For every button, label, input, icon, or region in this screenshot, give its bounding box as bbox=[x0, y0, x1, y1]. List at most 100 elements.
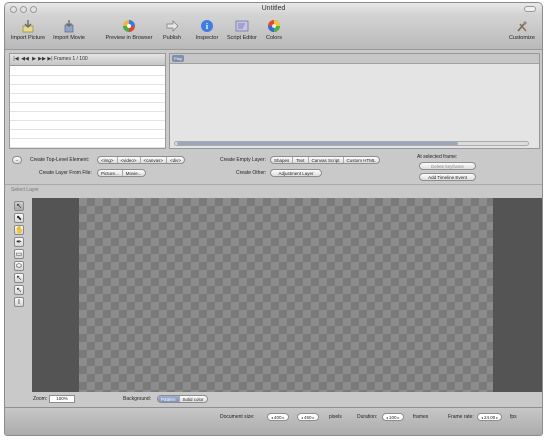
background-segment: Pattern Solid color bbox=[157, 395, 208, 403]
create-other-label: Create Other: bbox=[236, 170, 267, 176]
timeline-ruler[interactable]: Play bbox=[170, 54, 539, 64]
text-tool-icon[interactable]: I bbox=[14, 297, 24, 307]
timeline-track-area[interactable]: Play bbox=[169, 53, 540, 149]
colors-button[interactable]: Colors bbox=[262, 18, 286, 48]
div-element-button[interactable]: <div> bbox=[167, 157, 184, 163]
adjustment-layer-button[interactable]: Adjustment Layer bbox=[270, 169, 322, 177]
shapes-layer-button[interactable]: Shapes bbox=[271, 157, 294, 163]
preview-in-browser-button[interactable]: Preview in Browser bbox=[101, 18, 157, 48]
add-timeline-event-button[interactable]: Add Timeline Event bbox=[419, 173, 476, 181]
import-movie-label: Import Movie bbox=[53, 35, 85, 41]
delete-keyframe-button[interactable]: Delete keyframe bbox=[419, 162, 476, 170]
last-frame-icon[interactable]: ▶| bbox=[46, 56, 54, 63]
frame-counter: Frames 1 / 100 bbox=[54, 56, 88, 62]
create-top-level-label: Create Top-Level Element: bbox=[30, 157, 90, 163]
first-frame-icon[interactable]: |◀ bbox=[12, 56, 20, 63]
import-picture-icon bbox=[22, 20, 34, 33]
timeline-layer-list: |◀ ◀◀ ▶ ▶▶ ▶| Frames 1 / 100 bbox=[9, 53, 166, 149]
layer-row[interactable] bbox=[10, 121, 165, 130]
file-layer-segment: Picture... Movie... bbox=[97, 169, 146, 177]
inspector-button[interactable]: i Inspector bbox=[193, 18, 221, 48]
width-value: 400 bbox=[274, 414, 282, 420]
frames-unit: frames bbox=[413, 414, 429, 420]
hand-tool-icon[interactable]: ✋ bbox=[14, 225, 24, 235]
pointer-add-tool-icon[interactable]: ↖ bbox=[14, 273, 24, 283]
script-editor-label: Script Editor bbox=[227, 35, 257, 41]
script-editor-icon bbox=[235, 20, 249, 32]
layer-row[interactable] bbox=[10, 85, 165, 94]
timeline-scrollbar[interactable] bbox=[174, 141, 529, 146]
customize-label: Customize bbox=[509, 35, 535, 41]
create-layer-from-file-label: Create Layer From File: bbox=[39, 170, 92, 176]
duration-stepper[interactable]: ◂ 100 ▸ bbox=[382, 413, 404, 421]
duration-label: Duration: bbox=[357, 414, 378, 420]
color-wheel-icon bbox=[268, 20, 280, 32]
pointer-remove-tool-icon[interactable]: ↖ bbox=[14, 285, 24, 295]
title-bar: Untitled bbox=[5, 3, 542, 17]
script-editor-button[interactable]: Script Editor bbox=[223, 18, 261, 48]
document-canvas[interactable] bbox=[79, 198, 493, 392]
select-layer-label: Select Layer bbox=[11, 187, 39, 193]
direct-select-tool-icon[interactable]: ⬉ bbox=[14, 213, 24, 223]
status-bar: Document size: ◂ 400 ▸ ◂ 450 ▸ pixels Durati… bbox=[5, 407, 542, 435]
background-label: Background: bbox=[123, 396, 152, 402]
rewind-icon[interactable]: ◀◀ bbox=[21, 56, 29, 63]
layer-row[interactable] bbox=[10, 112, 165, 121]
ellipse-tool-icon[interactable]: ⬭ bbox=[14, 261, 24, 271]
pattern-background-button[interactable]: Pattern bbox=[158, 396, 180, 402]
text-layer-button[interactable]: Text bbox=[293, 157, 309, 163]
info-icon: i bbox=[201, 20, 213, 32]
canvas-element-button[interactable]: <canvas> bbox=[141, 157, 168, 163]
layer-row[interactable] bbox=[10, 139, 165, 148]
rectangle-tool-icon[interactable]: ▭ bbox=[14, 249, 24, 259]
frame-rate-value: 24.00 bbox=[484, 414, 496, 420]
custom-html-layer-button[interactable]: Custom HTML bbox=[344, 157, 379, 163]
duration-value: 100 bbox=[389, 414, 397, 420]
tools-icon bbox=[517, 21, 527, 32]
playback-controls: |◀ ◀◀ ▶ ▶▶ ▶| Frames 1 / 100 bbox=[10, 54, 165, 66]
publish-icon bbox=[166, 20, 179, 32]
layer-row[interactable] bbox=[10, 94, 165, 103]
zoom-label: Zoom: bbox=[33, 396, 48, 402]
toolbar-toggle-button[interactable] bbox=[524, 6, 536, 12]
tool-palette: ↖ ⬉ ✋ ✒ ▭ ⬭ ↖ ↖ I bbox=[14, 201, 25, 309]
stage-area[interactable] bbox=[32, 198, 542, 392]
window-title: Untitled bbox=[261, 5, 286, 12]
arrow-tool-icon[interactable]: ↖ bbox=[14, 201, 24, 211]
publish-label: Publish bbox=[162, 35, 182, 41]
timeline-scroll-thumb[interactable] bbox=[177, 142, 458, 145]
layer-rows bbox=[10, 67, 165, 148]
video-element-button[interactable]: <video> bbox=[118, 157, 141, 163]
height-value: 450 bbox=[304, 414, 312, 420]
collapse-button[interactable]: – bbox=[12, 156, 22, 164]
zoom-field[interactable]: 100% bbox=[49, 395, 75, 403]
movie-file-button[interactable]: Movie... bbox=[123, 170, 145, 176]
top-level-element-segment: <img> <video> <canvas> <div> bbox=[97, 156, 186, 164]
pen-tool-icon[interactable]: ✒ bbox=[14, 237, 24, 247]
canvas-script-layer-button[interactable]: Canvas Script bbox=[309, 157, 344, 163]
import-picture-button[interactable]: Import Picture bbox=[9, 18, 47, 48]
colors-label: Colors bbox=[266, 35, 282, 41]
fast-forward-icon[interactable]: ▶▶ bbox=[38, 56, 46, 63]
app-window: Untitled Import Picture Import Movie Pre… bbox=[4, 2, 543, 436]
layer-row[interactable] bbox=[10, 130, 165, 139]
picture-file-button[interactable]: Picture... bbox=[98, 170, 123, 176]
img-element-button[interactable]: <img> bbox=[98, 157, 118, 163]
layer-row[interactable] bbox=[10, 103, 165, 112]
import-movie-button[interactable]: Import Movie bbox=[50, 18, 88, 48]
play-icon[interactable]: ▶ bbox=[30, 56, 38, 63]
height-stepper[interactable]: ◂ 450 ▸ bbox=[297, 413, 319, 421]
fps-unit: fps bbox=[510, 414, 517, 420]
solid-color-background-button[interactable]: Solid color bbox=[180, 396, 207, 402]
playhead-marker[interactable]: Play bbox=[172, 55, 184, 62]
layer-row[interactable] bbox=[10, 67, 165, 76]
preview-in-browser-label: Preview in Browser bbox=[105, 35, 153, 41]
preview-browser-icon bbox=[123, 20, 135, 32]
width-stepper[interactable]: ◂ 400 ▸ bbox=[267, 413, 289, 421]
layer-row[interactable] bbox=[10, 76, 165, 85]
inspector-label: Inspector bbox=[195, 35, 219, 41]
frame-rate-stepper[interactable]: ◂ 24.00 ▸ bbox=[477, 413, 503, 421]
publish-button[interactable]: Publish bbox=[159, 18, 185, 48]
customize-button[interactable]: Customize bbox=[505, 18, 539, 48]
empty-layer-segment: Shapes Text Canvas Script Custom HTML bbox=[270, 156, 380, 164]
